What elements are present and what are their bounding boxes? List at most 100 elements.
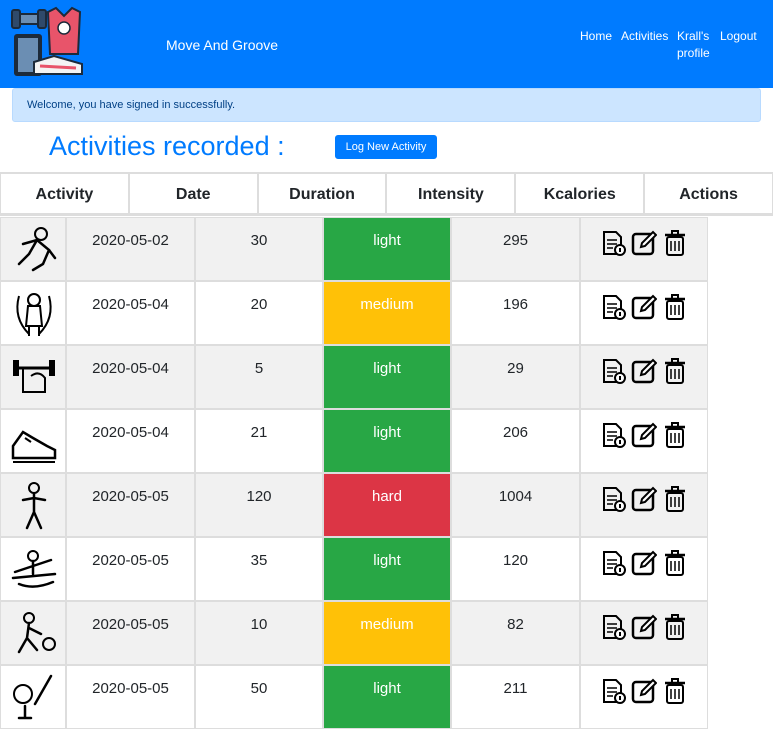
weightlifting-icon	[13, 360, 55, 393]
date-cell: 2020-05-05	[66, 601, 195, 665]
intensity-badge: light	[323, 345, 451, 409]
delete-icon[interactable]	[662, 678, 688, 728]
header-activity: Activity	[0, 173, 129, 214]
nav-logout-link[interactable]: Logout	[720, 28, 757, 45]
activity-cell	[0, 281, 66, 345]
table-row: 2020-05-05 50 light 211	[0, 665, 708, 729]
duration-cell: 5	[195, 345, 323, 409]
duration-cell: 21	[195, 409, 323, 473]
table-row: 2020-05-05 120 hard 1004	[0, 473, 708, 537]
signin-success-alert: Welcome, you have signed in successfully…	[12, 88, 761, 122]
kcalories-cell: 120	[451, 537, 580, 601]
intensity-badge: medium	[323, 281, 451, 345]
date-cell: 2020-05-05	[66, 665, 195, 729]
view-details-icon[interactable]	[600, 294, 626, 344]
date-cell: 2020-05-04	[66, 409, 195, 473]
kcalories-cell: 82	[451, 601, 580, 665]
duration-cell: 10	[195, 601, 323, 665]
date-cell: 2020-05-04	[66, 281, 195, 345]
view-details-icon[interactable]	[600, 550, 626, 600]
view-details-icon[interactable]	[600, 486, 626, 536]
edit-icon[interactable]	[631, 230, 658, 280]
table-row: 2020-05-05 10 medium 82	[0, 601, 708, 665]
alert-message: Welcome, you have signed in successfully…	[27, 99, 236, 111]
delete-icon[interactable]	[662, 358, 688, 408]
jump-rope-icon	[16, 293, 52, 336]
kcalories-cell: 196	[451, 281, 580, 345]
header-date: Date	[128, 173, 258, 214]
edit-icon[interactable]	[631, 550, 658, 600]
delete-icon[interactable]	[662, 550, 688, 600]
brand-name[interactable]: Move And Groove	[166, 37, 278, 53]
duration-cell: 120	[195, 473, 323, 537]
golf-icon	[13, 674, 53, 720]
page-title: Activities recorded :	[49, 131, 285, 161]
edit-icon[interactable]	[631, 422, 658, 472]
activity-cell	[0, 409, 66, 473]
view-details-icon[interactable]	[600, 678, 626, 728]
kcalories-cell: 295	[451, 217, 580, 281]
view-details-icon[interactable]	[600, 358, 626, 408]
date-cell: 2020-05-05	[66, 473, 195, 537]
actions-cell	[580, 601, 708, 665]
table-row: 2020-05-04 20 medium 196	[0, 281, 708, 345]
kcalories-cell: 211	[451, 665, 580, 729]
duration-cell: 35	[195, 537, 323, 601]
navbar: Move And Groove Home Activities Krall's …	[0, 0, 773, 88]
table-row: 2020-05-04 5 light 29	[0, 345, 708, 409]
log-new-activity-button[interactable]: Log New Activity	[335, 135, 437, 159]
delete-icon[interactable]	[662, 422, 688, 472]
date-cell: 2020-05-02	[66, 217, 195, 281]
intensity-badge: hard	[323, 473, 451, 537]
table-row: 2020-05-02 30 light 295	[0, 217, 708, 281]
header-actions: Actions	[644, 173, 773, 214]
header-duration: Duration	[257, 173, 387, 214]
activity-cell	[0, 601, 66, 665]
kcalories-cell: 206	[451, 409, 580, 473]
view-details-icon[interactable]	[600, 422, 626, 472]
delete-icon[interactable]	[662, 486, 688, 536]
activity-cell	[0, 473, 66, 537]
header-intensity: Intensity	[386, 173, 516, 214]
duration-cell: 50	[195, 665, 323, 729]
header-kcalories: Kcalories	[515, 173, 645, 214]
intensity-badge: light	[323, 665, 451, 729]
edit-icon[interactable]	[631, 678, 658, 728]
date-cell: 2020-05-04	[66, 345, 195, 409]
nav-home-link[interactable]: Home	[580, 28, 612, 45]
delete-icon[interactable]	[662, 614, 688, 664]
activity-cell	[0, 345, 66, 409]
actions-cell	[580, 345, 708, 409]
date-cell: 2020-05-05	[66, 537, 195, 601]
activity-cell	[0, 665, 66, 729]
actions-cell	[580, 281, 708, 345]
karate-icon	[17, 227, 57, 272]
actions-cell	[580, 217, 708, 281]
running-shoe-icon	[11, 430, 57, 463]
table-header: Activity Date Duration Intensity Kcalori…	[0, 172, 773, 216]
view-details-icon[interactable]	[600, 614, 626, 664]
edit-icon[interactable]	[631, 486, 658, 536]
activity-cell	[0, 217, 66, 281]
view-details-icon[interactable]	[600, 230, 626, 280]
actions-cell	[580, 473, 708, 537]
duration-cell: 20	[195, 281, 323, 345]
edit-icon[interactable]	[631, 294, 658, 344]
edit-icon[interactable]	[631, 614, 658, 664]
actions-cell	[580, 409, 708, 473]
activities-table-body: 2020-05-02 30 light 295 2020-05-04 20 medium 19…	[0, 217, 708, 729]
actions-cell	[580, 537, 708, 601]
nav-activities-link[interactable]: Activities	[621, 28, 668, 45]
kcalories-cell: 29	[451, 345, 580, 409]
table-row: 2020-05-04 21 light 206	[0, 409, 708, 473]
delete-icon[interactable]	[662, 230, 688, 280]
duration-cell: 30	[195, 217, 323, 281]
gym-logo-icon[interactable]	[10, 6, 86, 80]
actions-cell	[580, 665, 708, 729]
rowing-icon	[11, 550, 57, 588]
intensity-badge: light	[323, 409, 451, 473]
edit-icon[interactable]	[631, 358, 658, 408]
delete-icon[interactable]	[662, 294, 688, 344]
nav-profile-link[interactable]: Krall's profile	[677, 28, 717, 62]
volleyball-icon	[17, 612, 56, 654]
